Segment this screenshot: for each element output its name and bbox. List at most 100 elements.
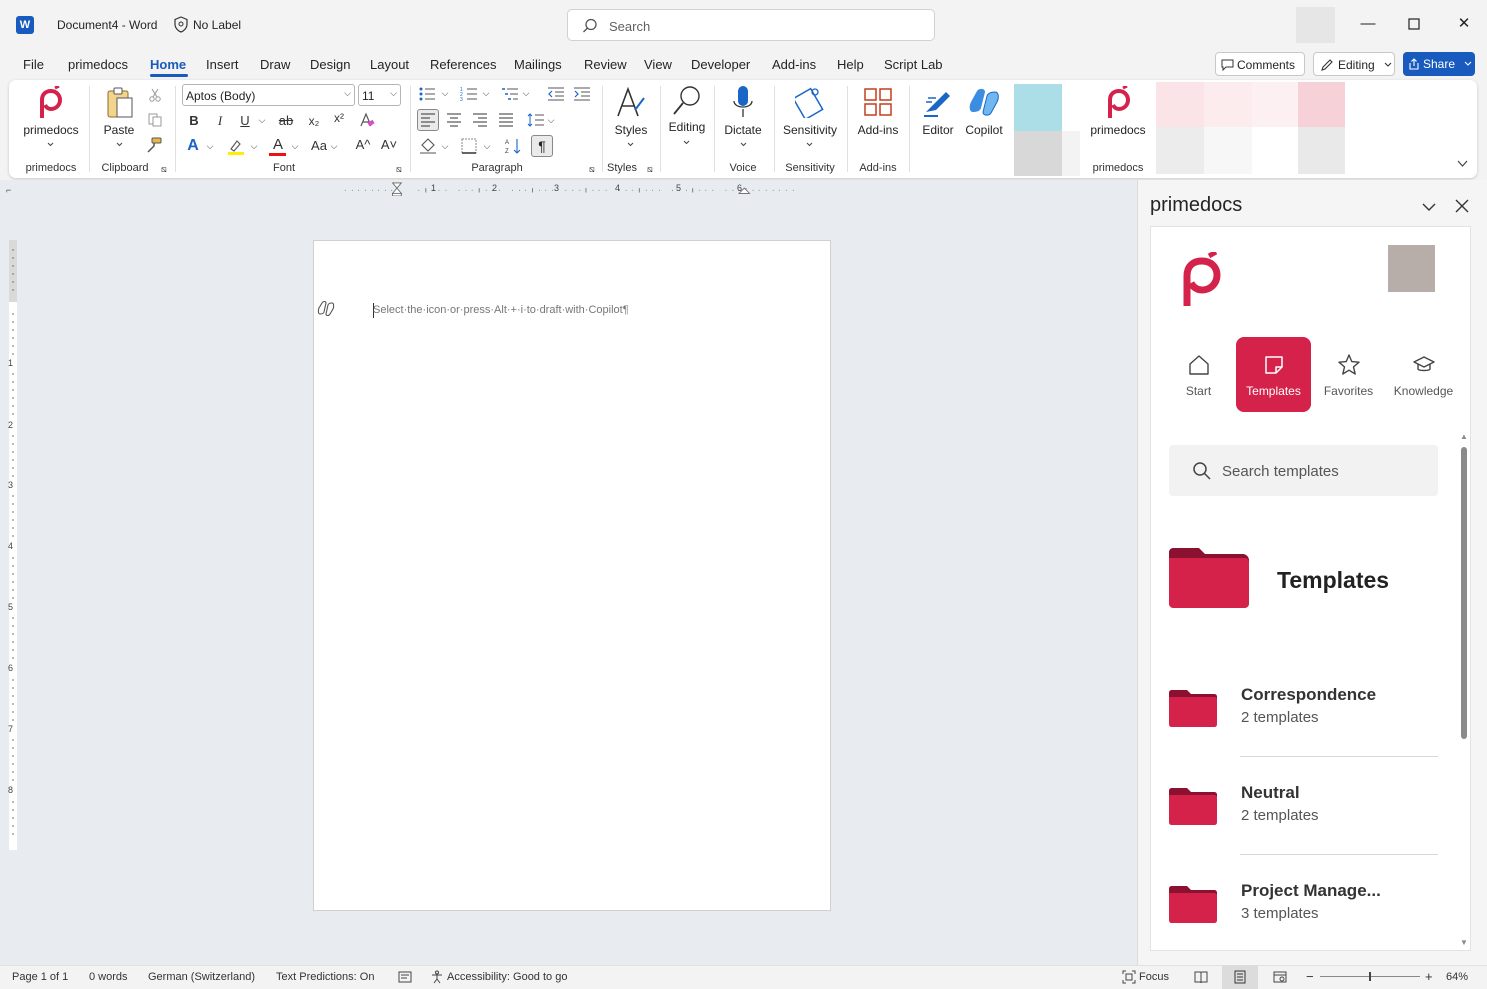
bold-button[interactable]: B [187,113,201,128]
chevron-down-icon[interactable]: ⌵ [482,141,492,152]
focus-mode-label[interactable]: Focus [1139,971,1169,983]
primedocs-button-label[interactable]: primedocs [21,123,81,137]
addin-tile[interactable] [1298,127,1345,174]
chevron-down-icon[interactable] [47,142,54,147]
align-left-button[interactable] [417,109,439,131]
tab-help[interactable]: Help [837,57,864,72]
editing-mode-button[interactable]: Editing [1313,52,1395,76]
scroll-down-arrow[interactable]: ▼ [1459,938,1469,947]
tab-developer[interactable]: Developer [691,57,750,72]
tab-script-lab[interactable]: Script Lab [884,57,943,72]
justify-icon[interactable] [498,113,514,127]
scroll-up-arrow[interactable]: ▲ [1459,432,1469,441]
horizontal-ruler[interactable] [313,182,830,196]
addin-tile[interactable] [1014,84,1062,131]
copilot-icon[interactable] [967,86,1001,118]
tab-layout[interactable]: Layout [370,57,409,72]
maximize-button[interactable] [1402,12,1426,36]
account-avatar[interactable] [1296,7,1335,43]
highlighter-icon[interactable] [227,138,245,156]
increase-indent-icon[interactable] [573,87,591,101]
clear-formatting-icon[interactable] [359,112,375,128]
ribbon-expand-chevron-icon[interactable] [1457,160,1468,168]
sensitivity-button-label[interactable]: Sensitivity [779,123,841,137]
primedocs-logo-icon[interactable] [1106,86,1132,120]
tab-references[interactable]: References [430,57,496,72]
chevron-down-icon[interactable]: ⌵ [440,88,450,99]
decrease-indent-icon[interactable] [547,87,565,101]
dialog-launcher-icon[interactable]: ⧅ [396,164,402,175]
tab-view[interactable]: View [644,57,672,72]
comments-button[interactable]: Comments [1215,52,1305,76]
change-case-button[interactable]: Aa [309,138,329,153]
document-page[interactable] [313,240,831,911]
dialog-launcher-icon[interactable]: ⧅ [589,164,595,175]
dictate-button-label[interactable]: Dictate [719,123,767,137]
paste-icon[interactable] [105,86,135,120]
chevron-down-icon[interactable] [116,142,123,147]
chevron-down-icon[interactable]: ⌵ [481,88,491,99]
accessibility-icon[interactable] [430,970,444,984]
format-painter-icon[interactable] [146,137,162,153]
tab-selector[interactable]: ⌐ [6,185,16,195]
addin-tile[interactable] [1156,127,1204,174]
shield-icon[interactable] [173,16,189,33]
user-avatar[interactable] [1388,245,1435,292]
addin-tile[interactable] [1204,127,1252,174]
tab-mailings[interactable]: Mailings [514,57,562,72]
folder-name[interactable]: Neutral [1241,783,1300,803]
chevron-down-icon[interactable]: ⌵ [249,141,259,152]
nav-templates[interactable]: Templates [1236,337,1311,412]
folder-icon[interactable] [1169,886,1217,923]
addins-icon[interactable] [863,87,893,117]
styles-icon[interactable] [615,86,647,120]
underline-button[interactable]: U [238,113,252,128]
tab-draw[interactable]: Draw [260,57,290,72]
find-icon[interactable] [671,84,703,118]
tab-primedocs[interactable]: primedocs [68,57,128,72]
borders-icon[interactable] [461,138,477,154]
pane-scrollbar-thumb[interactable] [1461,447,1467,739]
addin-tile[interactable] [1204,82,1252,127]
dialog-launcher-icon[interactable]: ⧅ [647,164,653,175]
line-spacing-icon[interactable] [527,112,545,128]
word-app-icon[interactable]: W [16,16,34,34]
numbering-icon[interactable]: 123 [460,86,478,102]
align-center-icon[interactable] [446,113,462,127]
nav-knowledge[interactable]: Knowledge [1386,337,1461,412]
folder-name[interactable]: Correspondence [1241,685,1376,705]
chevron-down-icon[interactable]: ⌵ [205,141,215,152]
chevron-down-icon[interactable]: ⌵ [329,141,339,152]
close-icon[interactable] [1453,197,1471,215]
zoom-slider-thumb[interactable] [1369,972,1371,981]
tab-review[interactable]: Review [584,57,627,72]
folder-icon[interactable] [1169,690,1217,727]
font-name-combo[interactable]: Aptos (Body) ⌵ [182,84,355,106]
zoom-out-button[interactable]: − [1306,969,1314,984]
superscript-button[interactable]: x² [331,111,347,125]
read-mode-icon[interactable] [1194,970,1208,984]
chevron-down-icon[interactable]: ⌵ [440,141,450,152]
editor-icon[interactable] [922,86,954,118]
tab-insert[interactable]: Insert [206,57,239,72]
search-templates-input[interactable]: Search templates [1169,445,1438,496]
font-color-button[interactable]: A [270,136,286,153]
nav-favorites[interactable]: Favorites [1311,337,1386,412]
addin-tile[interactable] [1156,82,1204,127]
nav-start[interactable]: Start [1161,337,1236,412]
accessibility-status[interactable]: Accessibility: Good to go [447,971,567,983]
tab-addins[interactable]: Add-ins [772,57,816,72]
chevron-down-icon[interactable] [683,140,690,145]
primedocs-button-label[interactable]: primedocs [1087,123,1149,137]
copilot-draft-button[interactable] [316,299,336,319]
microphone-icon[interactable] [732,85,754,121]
chevron-down-icon[interactable] [1419,197,1439,217]
title-search-box[interactable]: Search [567,9,935,41]
focus-icon[interactable] [1122,970,1136,984]
language-status[interactable]: German (Switzerland) [148,971,255,983]
chevron-down-icon[interactable]: ⌵ [521,88,531,99]
paste-button-label[interactable]: Paste [101,123,137,137]
sensitivity-icon[interactable] [795,84,825,118]
print-layout-icon[interactable] [1233,970,1247,984]
primedocs-logo-icon[interactable] [38,86,64,120]
